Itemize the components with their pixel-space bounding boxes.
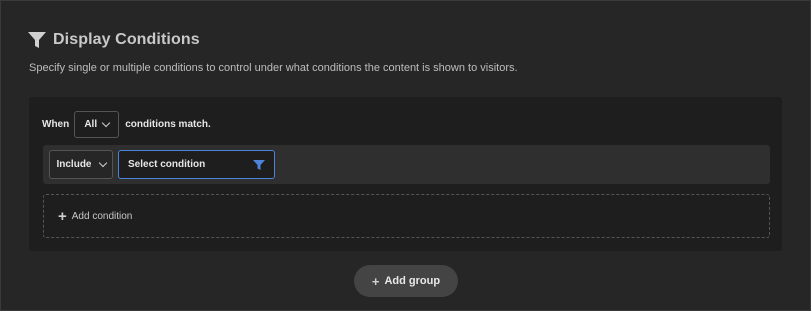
add-group-button[interactable]: + Add group xyxy=(354,265,458,297)
panel-description: Specify single or multiple conditions to… xyxy=(29,62,518,74)
include-value: Include xyxy=(56,159,92,170)
chevron-down-icon xyxy=(98,158,107,168)
add-condition-label: Add condition xyxy=(71,210,133,222)
add-group-label: Add group xyxy=(384,275,441,287)
filter-icon xyxy=(27,30,47,50)
add-condition-button[interactable]: + Add condition xyxy=(43,194,770,238)
chevron-down-icon xyxy=(101,118,111,128)
when-label: When xyxy=(42,119,70,130)
include-select[interactable]: Include xyxy=(49,150,113,179)
condition-select-placeholder: Select condition xyxy=(128,159,206,170)
page-title: Display Conditions xyxy=(53,31,200,48)
display-conditions-panel: Display Conditions Specify single or mul… xyxy=(0,0,811,311)
condition-group: When All conditions match. Include Selec… xyxy=(29,97,782,251)
filter-icon xyxy=(253,159,265,171)
match-mode-value: All xyxy=(84,119,98,130)
match-row: When All conditions match. xyxy=(42,111,211,138)
panel-header: Display Conditions xyxy=(27,30,200,50)
condition-row: Include Select condition xyxy=(43,145,770,184)
match-suffix-label: conditions match. xyxy=(125,119,211,130)
plus-icon: + xyxy=(58,207,67,225)
plus-icon: + xyxy=(371,273,380,289)
match-mode-select[interactable]: All xyxy=(74,111,120,138)
condition-select[interactable]: Select condition xyxy=(118,150,275,179)
